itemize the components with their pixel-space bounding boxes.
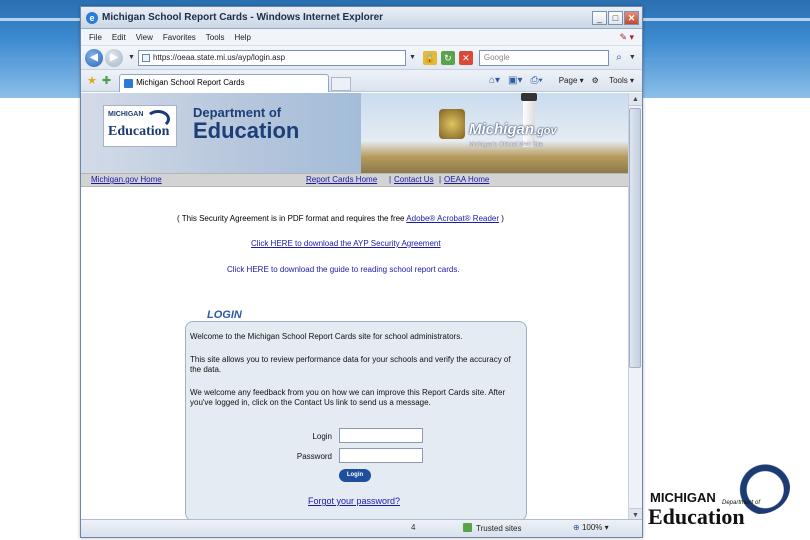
new-tab-button[interactable] [331, 76, 352, 91]
menu-view[interactable]: View [136, 33, 153, 42]
login-input[interactable] [339, 428, 423, 443]
nav-contact-us[interactable]: Contact Us [394, 175, 434, 184]
logo-michigan-text: MICHIGAN [108, 111, 144, 118]
stop-icon[interactable]: ✕ [458, 50, 473, 65]
page-menu-label: Page [558, 76, 578, 85]
welcome-text: Welcome to the Michigan School Report Ca… [190, 332, 463, 341]
status-text: 4 [411, 523, 416, 532]
page-icon [141, 53, 150, 62]
address-bar: ◀ ▶ ▼ https://oeaa.state.mi.us/ayp/login… [81, 46, 642, 70]
forward-button[interactable]: ▶ [105, 48, 123, 67]
url-text: https://oeaa.state.mi.us/ayp/login.asp [152, 52, 286, 62]
tab-bar: ★ ✚ Michigan School Report Cards ⌂▾ ▣▾ ⎙… [81, 70, 642, 92]
minimize-button[interactable]: _ [592, 10, 607, 25]
dept-title-line2: Education [193, 118, 300, 143]
scroll-up-icon[interactable]: ▲ [629, 93, 642, 106]
menu-edit[interactable]: Edit [112, 33, 126, 42]
lock-icon[interactable]: 🔒 [422, 50, 437, 65]
page-viewport: MICHIGAN Education Department of Educati… [81, 93, 629, 521]
home-icon[interactable]: ⌂▾ [489, 75, 500, 86]
browser-window: e Michigan School Report Cards - Windows… [80, 6, 643, 538]
refresh-icon[interactable]: ↻ [440, 50, 455, 65]
tools-menu-label: Tools [609, 76, 628, 85]
mde-logo[interactable]: MICHIGAN Education [103, 105, 177, 147]
slide-logo-education: Education [648, 504, 745, 529]
maximize-button[interactable]: □ [608, 10, 623, 25]
michigan-gov-logo[interactable]: Michigan.gov [469, 121, 557, 138]
print-icon[interactable]: ⎙▾ [531, 75, 543, 86]
tab-favicon [124, 78, 134, 88]
close-button[interactable]: ✕ [624, 10, 639, 25]
zoom-icon: ⊕ [573, 523, 580, 532]
logo-education-text: Education [108, 124, 170, 139]
ie-icon: e [86, 11, 98, 24]
download-guide-link[interactable]: Click HERE to download the guide to read… [227, 265, 460, 274]
history-dropdown-icon[interactable]: ▼ [128, 54, 135, 61]
page-menu[interactable]: Page ▾ [551, 76, 584, 85]
tab-report-cards[interactable]: Michigan School Report Cards [119, 73, 330, 92]
forgot-password-link[interactable]: Forgot your password? [308, 496, 400, 506]
slide-education-logo: MICHIGAN Department of Education [648, 460, 790, 530]
menu-tools[interactable]: Tools [206, 33, 225, 42]
nav-report-cards-home[interactable]: Report Cards Home [306, 175, 377, 184]
menu-file[interactable]: File [89, 33, 102, 42]
nav-separator: | [439, 175, 442, 184]
add-favorite-icon[interactable]: ✚ [102, 74, 111, 87]
window-title: Michigan School Report Cards - Windows I… [102, 12, 384, 23]
search-icon[interactable]: ⌕ [612, 51, 626, 65]
feedback-text: We welcome any feedback from you on how … [190, 388, 506, 407]
download-agreement-link[interactable]: Click HERE to download the AYP Security … [251, 239, 441, 248]
password-input[interactable] [339, 448, 423, 463]
favorites-star-icon[interactable]: ★ [87, 74, 97, 87]
trusted-sites-icon [463, 523, 472, 532]
nav-oeaa-home[interactable]: OEAA Home [444, 175, 489, 184]
login-heading: LOGIN [207, 309, 242, 321]
security-agreement-note: ( This Security Agreement is in PDF form… [177, 214, 504, 223]
title-bar: e Michigan School Report Cards - Windows… [81, 7, 642, 29]
security-zone-label: Trusted sites [476, 524, 522, 533]
back-button[interactable]: ◀ [85, 48, 103, 67]
feeds-icon[interactable]: ▣▾ [508, 75, 522, 86]
zoom-level: 100% [581, 523, 603, 532]
url-input[interactable]: https://oeaa.state.mi.us/ayp/login.asp [137, 49, 406, 66]
nav-separator: | [389, 175, 392, 184]
login-panel: Welcome to the Michigan School Report Ca… [185, 321, 527, 521]
menu-favorites[interactable]: Favorites [163, 33, 196, 42]
login-label: Login [312, 432, 332, 441]
menu-help[interactable]: Help [234, 33, 250, 42]
site-info-text: This site allows you to review performan… [190, 355, 511, 374]
department-title: Department of Education [193, 105, 299, 142]
banner-tagline: Michigan's Official Web Site [469, 142, 543, 148]
site-banner: MICHIGAN Education Department of Educati… [81, 93, 629, 173]
toolbar-options-icon[interactable]: ✎ ▾ [619, 32, 634, 43]
password-label: Password [296, 452, 332, 461]
michigan-gov-text: Michigan [469, 121, 535, 138]
security-note-prefix: ( This Security Agreement is in PDF form… [177, 214, 407, 223]
zoom-control[interactable]: ⊕ 100% ▾ [573, 523, 609, 532]
login-button[interactable]: Login [339, 469, 371, 482]
scroll-thumb[interactable] [629, 108, 641, 368]
search-dropdown-icon[interactable]: ▼ [629, 54, 636, 61]
security-note-suffix: ) [499, 214, 504, 223]
site-nav: Michigan.gov Home Report Cards Home | Co… [81, 173, 629, 187]
menu-bar: File Edit View Favorites Tools Help ✎ ▾ [81, 29, 642, 46]
gov-suffix: .gov [534, 125, 557, 137]
slide-logo-michigan: MICHIGAN [650, 490, 716, 505]
security-zone[interactable]: Trusted sites [463, 523, 522, 533]
url-dropdown-icon[interactable]: ▼ [409, 54, 416, 61]
acrobat-reader-link[interactable]: Adobe® Acrobat® Reader [406, 214, 499, 223]
search-input[interactable]: Google [478, 49, 609, 66]
nav-michigan-gov-home[interactable]: Michigan.gov Home [91, 175, 162, 184]
vertical-scrollbar[interactable]: ▲ ▼ [628, 93, 642, 521]
window-controls: _ □ ✕ [592, 10, 639, 25]
command-bar: ⌂▾ ▣▾ ⎙▾ Page ▾ ⚙ Tools ▾ [481, 75, 634, 86]
status-bar: 4 Trusted sites ⊕ 100% ▾ [81, 519, 642, 537]
tab-label: Michigan School Report Cards [136, 77, 245, 87]
tools-menu[interactable]: ⚙ Tools ▾ [592, 76, 634, 85]
state-seal-icon [439, 109, 465, 139]
